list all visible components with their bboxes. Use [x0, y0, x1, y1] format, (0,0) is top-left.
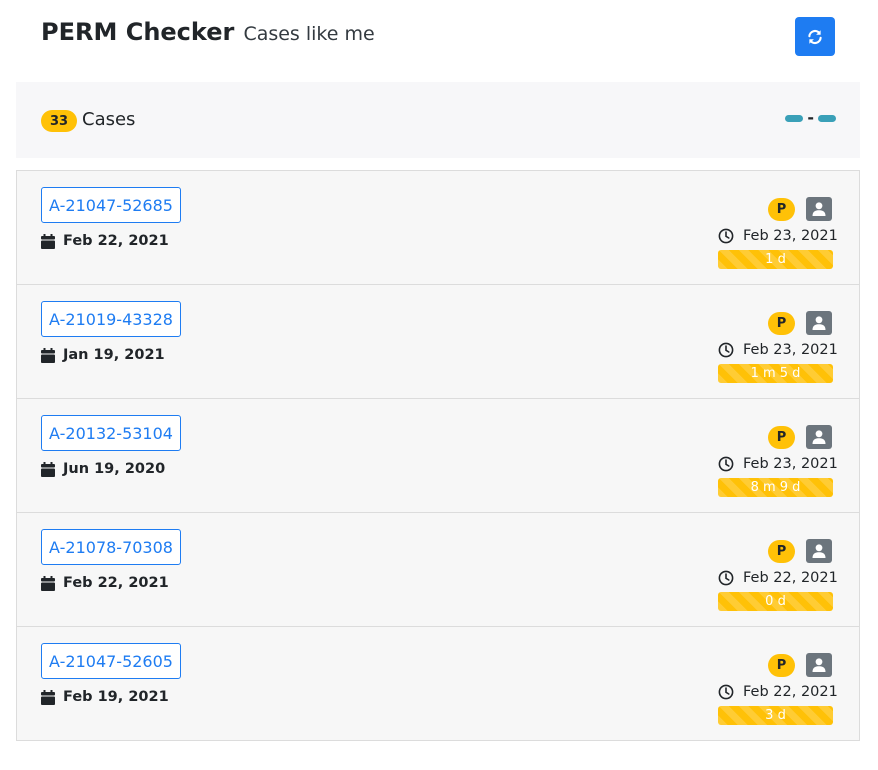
person-icon[interactable]	[806, 425, 832, 449]
user-icon	[812, 658, 826, 672]
clock-icon	[718, 570, 734, 586]
filed-date-text: Feb 22, 2021	[63, 233, 169, 249]
case-id-button[interactable]: A-21047-52685	[41, 187, 181, 223]
page-title: PERM Checker Cases like me	[41, 18, 375, 46]
filed-date: Jan 19, 2021	[41, 347, 165, 363]
range-start-pill	[785, 114, 804, 122]
user-icon	[812, 544, 826, 558]
app-subtitle: Cases like me	[243, 23, 375, 45]
clock-icon	[718, 456, 734, 472]
calendar-icon	[41, 575, 55, 591]
case-id-button[interactable]: A-21078-70308	[41, 529, 181, 565]
case-list: A-21047-52685 Feb 22, 2021 P Feb 23, 202…	[16, 170, 860, 741]
case-count-label: Cases	[82, 109, 136, 130]
filed-date-text: Jun 19, 2020	[63, 461, 166, 477]
clock-icon	[718, 342, 734, 358]
case-row: A-20132-53104 Jun 19, 2020 P Feb 23, 202…	[17, 399, 859, 513]
updated-date-text: Feb 23, 2021	[743, 342, 838, 358]
calendar-icon	[41, 689, 55, 705]
range-separator: -	[807, 108, 814, 127]
status-badge: P	[768, 540, 795, 563]
refresh-button[interactable]	[795, 17, 835, 56]
calendar-icon	[41, 347, 55, 363]
case-row: A-21047-52685 Feb 22, 2021 P Feb 23, 202…	[17, 171, 859, 285]
filed-date: Jun 19, 2020	[41, 461, 165, 477]
updated-date: Feb 22, 2021	[718, 570, 838, 586]
user-icon	[812, 316, 826, 330]
filed-date: Feb 22, 2021	[41, 575, 169, 591]
case-row: A-21019-43328 Jan 19, 2021 P Feb 23, 202…	[17, 285, 859, 399]
filed-date-text: Feb 22, 2021	[63, 575, 169, 591]
person-icon[interactable]	[806, 653, 832, 677]
case-id-button[interactable]: A-21047-52605	[41, 643, 181, 679]
status-badge: P	[768, 654, 795, 677]
updated-date: Feb 23, 2021	[718, 228, 838, 244]
updated-date-text: Feb 22, 2021	[743, 570, 838, 586]
clock-icon	[718, 684, 734, 700]
duration-bar: 8 m 9 d	[718, 478, 833, 497]
user-icon	[812, 430, 826, 444]
calendar-icon	[41, 233, 55, 249]
status-badge: P	[768, 198, 795, 221]
status-badge: P	[768, 312, 795, 335]
range-end-pill	[818, 114, 836, 122]
case-row: A-21047-52605 Feb 19, 2021 P Feb 22, 202…	[17, 627, 859, 741]
filed-date: Feb 22, 2021	[41, 233, 169, 249]
updated-date-text: Feb 23, 2021	[743, 456, 838, 472]
updated-date: Feb 23, 2021	[718, 342, 838, 358]
filed-date: Feb 19, 2021	[41, 689, 169, 705]
person-icon[interactable]	[806, 197, 832, 221]
case-row: A-21078-70308 Feb 22, 2021 P Feb 22, 202…	[17, 513, 859, 627]
filed-date-text: Jan 19, 2021	[63, 347, 165, 363]
calendar-icon	[41, 461, 55, 477]
updated-date: Feb 22, 2021	[718, 684, 838, 700]
status-badge: P	[768, 426, 795, 449]
cases-summary: 33 Cases -	[16, 82, 860, 158]
case-id-button[interactable]: A-21019-43328	[41, 301, 181, 337]
updated-date: Feb 23, 2021	[718, 456, 838, 472]
updated-date-text: Feb 22, 2021	[743, 684, 838, 700]
range-indicator: -	[785, 108, 836, 127]
page-header: PERM Checker Cases like me	[0, 0, 878, 78]
duration-bar: 0 d	[718, 592, 833, 611]
person-icon[interactable]	[806, 311, 832, 335]
app-title: PERM Checker	[41, 18, 235, 46]
user-icon	[812, 202, 826, 216]
updated-date-text: Feb 23, 2021	[743, 228, 838, 244]
duration-bar: 1 m 5 d	[718, 364, 833, 383]
person-icon[interactable]	[806, 539, 832, 563]
duration-bar: 3 d	[718, 706, 833, 725]
case-count-badge: 33	[41, 110, 77, 132]
filed-date-text: Feb 19, 2021	[63, 689, 169, 705]
clock-icon	[718, 228, 734, 244]
duration-bar: 1 d	[718, 250, 833, 269]
case-id-button[interactable]: A-20132-53104	[41, 415, 181, 451]
refresh-icon	[808, 29, 822, 44]
